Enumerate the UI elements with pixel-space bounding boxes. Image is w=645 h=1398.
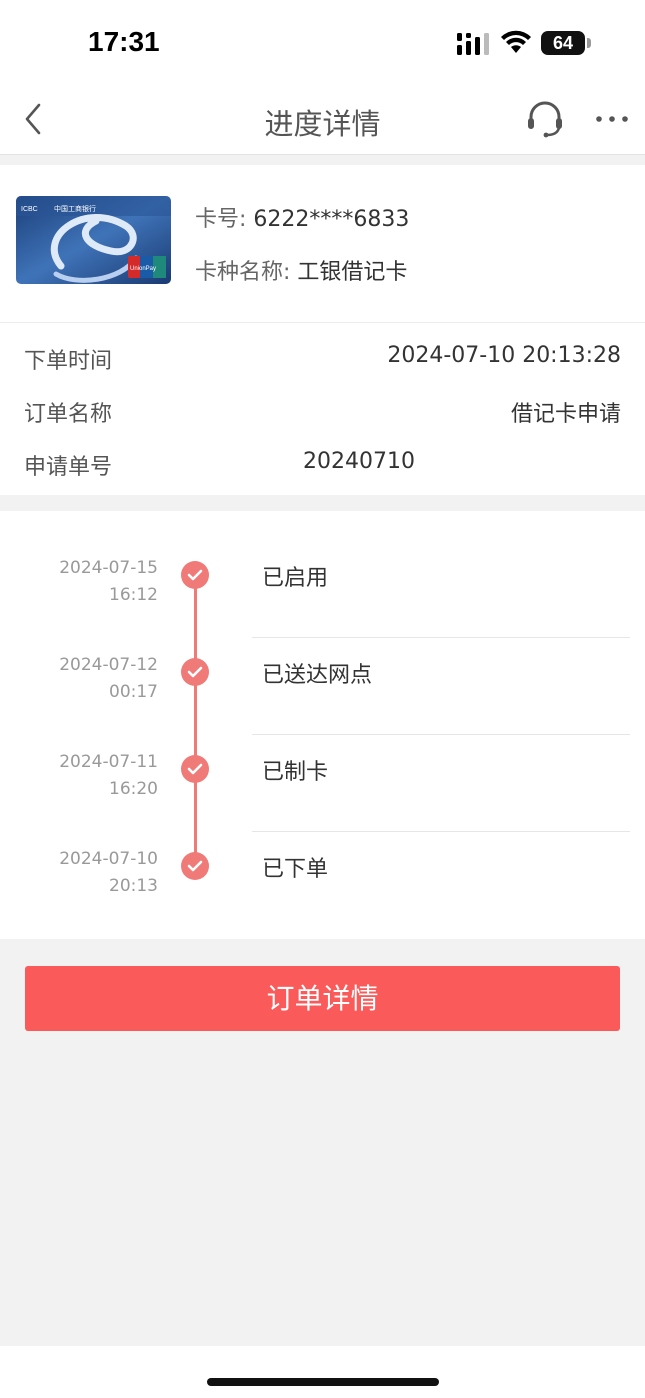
timeline-item: 2024-07-15 16:12 已启用 xyxy=(0,511,645,638)
info-label: 下单时间 xyxy=(24,349,113,374)
status-bar: 17:31 64 xyxy=(0,0,645,85)
timeline-datetime: 2024-07-10 20:13 xyxy=(59,846,158,900)
timeline-item: 2024-07-12 00:17 已送达网点 xyxy=(0,608,645,735)
order-detail-button[interactable]: 订单详情 xyxy=(25,966,620,1031)
order-info: 下单时间 2024-07-10 20:13:28 订单名称 借记卡申请 申请单号… xyxy=(0,323,645,495)
timeline-datetime: 2024-07-11 16:20 xyxy=(59,749,158,803)
nav-bar: 进度详情 xyxy=(0,85,645,155)
card-type-row: 卡种名称: 工银借记卡 xyxy=(195,254,407,286)
card-type-label: 卡种名称: xyxy=(195,260,291,285)
info-value: 20240710 xyxy=(303,449,415,474)
info-row-order-name: 订单名称 借记卡申请 xyxy=(0,396,645,436)
card-network-label: UnionPay xyxy=(130,266,156,272)
check-circle-icon xyxy=(181,852,209,880)
info-label: 申请单号 xyxy=(24,455,113,480)
card-number-label: 卡号: xyxy=(195,207,247,232)
timeline-time: 16:20 xyxy=(109,779,158,799)
timeline-datetime: 2024-07-12 00:17 xyxy=(59,652,158,706)
status-time: 17:31 xyxy=(88,26,160,57)
timeline-status: 已送达网点 xyxy=(262,663,373,688)
card-bank-abbr: ICBC xyxy=(21,206,38,213)
timeline-date: 2024-07-15 xyxy=(59,558,158,578)
timeline-time: 20:13 xyxy=(109,876,158,896)
info-label: 订单名称 xyxy=(24,402,113,427)
info-value: 借记卡申请 xyxy=(510,402,621,427)
check-circle-icon xyxy=(181,755,209,783)
timeline-date: 2024-07-11 xyxy=(59,752,158,772)
wifi-icon xyxy=(501,30,531,53)
more-dots-icon[interactable] xyxy=(594,113,630,125)
timeline-status: 已制卡 xyxy=(262,760,329,785)
info-row-order-time: 下单时间 2024-07-10 20:13:28 xyxy=(0,343,645,383)
card-summary: ICBC 中国工商银行 UnionPay 卡号: 6222****6833 卡种… xyxy=(0,165,645,323)
headset-icon[interactable] xyxy=(525,99,565,139)
timeline-time: 16:12 xyxy=(109,585,158,605)
card-number-value: 6222****6833 xyxy=(253,207,410,232)
check-circle-icon xyxy=(181,658,209,686)
card-type-value: 工银借记卡 xyxy=(297,260,408,285)
bank-card-image: ICBC 中国工商银行 UnionPay xyxy=(16,196,171,284)
timeline-date: 2024-07-12 xyxy=(59,655,158,675)
timeline-item: 2024-07-10 20:13 已下单 xyxy=(0,802,645,899)
info-row-application-no: 申请单号 20240710 xyxy=(0,449,645,489)
battery-indicator: 64 xyxy=(541,31,585,55)
battery-tip xyxy=(587,38,591,48)
card-bank-name: 中国工商银行 xyxy=(54,204,96,213)
timeline-date: 2024-07-10 xyxy=(59,849,158,869)
timeline-item: 2024-07-11 16:20 已制卡 xyxy=(0,705,645,832)
check-circle-icon xyxy=(181,561,209,589)
timeline-status: 已启用 xyxy=(262,566,329,591)
timeline-time: 00:17 xyxy=(109,682,158,702)
card-number-row: 卡号: 6222****6833 xyxy=(195,201,409,233)
timeline-status: 已下单 xyxy=(262,857,329,882)
home-indicator-area xyxy=(0,1346,645,1398)
cellular-signal-icon xyxy=(457,33,489,55)
info-value: 2024-07-10 20:13:28 xyxy=(387,343,621,368)
timeline-datetime: 2024-07-15 16:12 xyxy=(59,555,158,609)
progress-timeline: 2024-07-15 16:12 已启用 2024-07-12 00:17 已送… xyxy=(0,511,645,939)
home-indicator[interactable] xyxy=(207,1378,439,1386)
